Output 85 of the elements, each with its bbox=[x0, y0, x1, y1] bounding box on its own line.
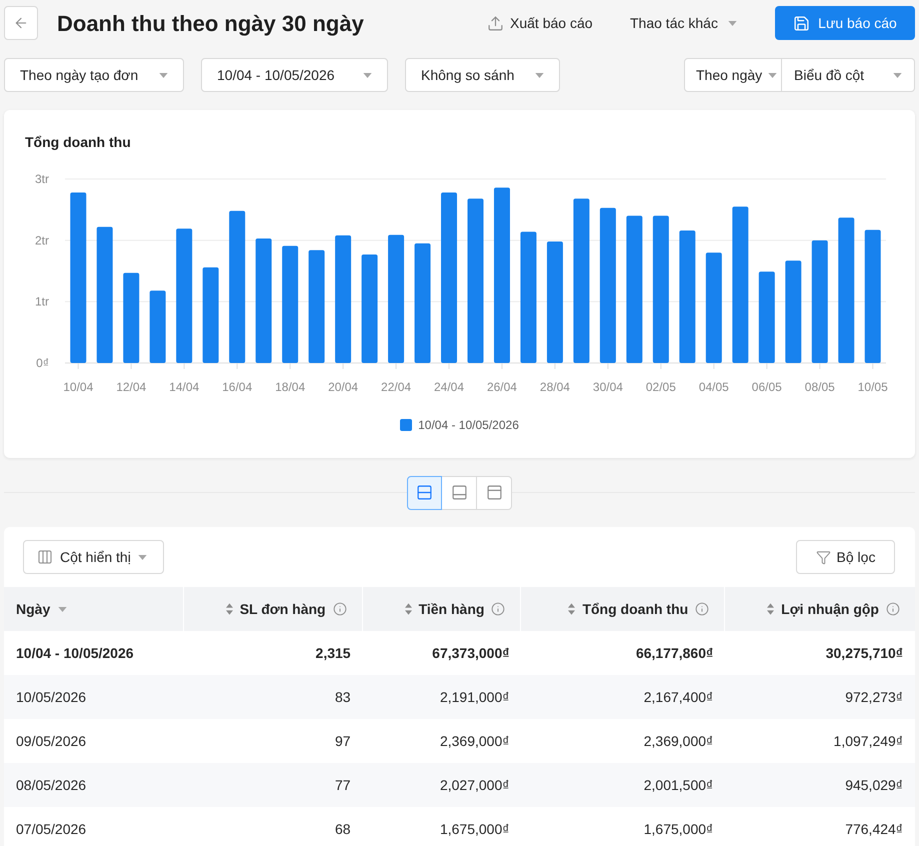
axis-label: 02/05 bbox=[646, 380, 676, 394]
filter-dropdown[interactable]: Không so sánh bbox=[405, 58, 560, 92]
axis-label: 08/05 bbox=[804, 380, 835, 394]
axis-label: 20/04 bbox=[328, 380, 358, 394]
axis-label: 2tr bbox=[34, 233, 49, 248]
sort-icon bbox=[226, 603, 233, 615]
axis-label: 30/04 bbox=[592, 380, 623, 394]
columns-button[interactable]: Cột hiển thị bbox=[23, 540, 164, 574]
table-cell-text: 09/05/2026 bbox=[16, 732, 86, 750]
axis-label: 12/04 bbox=[116, 380, 146, 394]
table-cell-text: 97 bbox=[335, 732, 351, 750]
caret-icon bbox=[893, 72, 902, 78]
table-cell-text: 2,001,500₫ bbox=[644, 776, 714, 794]
axis-label: 0₫ bbox=[36, 356, 49, 370]
export-button[interactable]: Xuất báo cáo bbox=[487, 6, 599, 40]
caret-icon bbox=[159, 72, 168, 78]
table-cell-text: 83 bbox=[335, 688, 351, 706]
table-cell-text: 2,369,000₫ bbox=[644, 732, 714, 750]
layout-toggle[interactable] bbox=[477, 476, 512, 510]
sort-icon bbox=[767, 603, 774, 615]
table-cell-text: 972,273₫ bbox=[845, 688, 903, 706]
table-cell-text: 10/05/2026 bbox=[16, 688, 86, 706]
table-cell-text: 30,275,710₫ bbox=[826, 644, 903, 662]
table-cell-text: 2,191,000₫ bbox=[440, 688, 510, 706]
table-cell-text: 68 bbox=[335, 820, 351, 838]
table-cell-text: 66,177,860₫ bbox=[636, 644, 714, 662]
sort-icon bbox=[404, 603, 412, 615]
view-dropdown[interactable]: Theo ngày bbox=[684, 58, 782, 92]
save-icon bbox=[793, 14, 810, 32]
info-icon bbox=[332, 602, 347, 616]
filter-button[interactable]: Bộ lọc bbox=[796, 540, 895, 574]
table-cell-text: 08/05/2026 bbox=[16, 776, 86, 794]
axis-label: 18/04 bbox=[275, 380, 306, 394]
caret-icon bbox=[535, 72, 544, 78]
table-cell-text: 2,027,000₫ bbox=[440, 776, 510, 794]
caret-icon bbox=[728, 20, 737, 26]
axis-label: 28/04 bbox=[540, 380, 570, 394]
page-title: Doanh thu theo ngày 30 ngày bbox=[57, 10, 364, 38]
save-report-button[interactable]: Lưu báo cáo bbox=[775, 6, 915, 40]
caret-icon bbox=[138, 554, 147, 560]
info-icon bbox=[491, 602, 506, 616]
info-icon bbox=[695, 602, 710, 616]
filter-icon bbox=[816, 550, 831, 564]
axis-label: 1tr bbox=[34, 294, 49, 309]
axis-label: 22/04 bbox=[381, 380, 412, 394]
caret-icon bbox=[58, 606, 68, 612]
layout-toggle[interactable] bbox=[442, 476, 477, 510]
axis-label: 24/04 bbox=[434, 380, 464, 394]
table-cell-text: 77 bbox=[335, 776, 351, 794]
table-cell-text: 67,373,000₫ bbox=[432, 644, 510, 662]
legend-label: 10/04 - 10/05/2026 bbox=[418, 417, 519, 434]
filter-dropdown[interactable]: 10/04 - 10/05/2026 bbox=[201, 58, 388, 92]
upload-icon bbox=[487, 14, 504, 32]
info-icon bbox=[886, 602, 900, 616]
layout-toggle[interactable] bbox=[407, 476, 442, 510]
chart-title: Tổng doanh thu bbox=[25, 133, 131, 152]
table-cell-text: 2,315 bbox=[316, 644, 351, 662]
more-actions-button[interactable]: Thao tác khác bbox=[630, 6, 744, 40]
rows-icon bbox=[416, 484, 433, 501]
caret-icon bbox=[768, 72, 778, 78]
panel-bottom-icon bbox=[450, 484, 468, 501]
table-cell-text: 1,675,000₫ bbox=[440, 820, 510, 838]
axis-label: 10/05 bbox=[858, 380, 888, 394]
sort-icon bbox=[568, 603, 576, 615]
panel-top-icon bbox=[486, 484, 502, 501]
table-cell-text: 07/05/2026 bbox=[16, 820, 86, 838]
axis-label: 14/04 bbox=[169, 380, 200, 394]
view-dropdown[interactable]: Biểu đồ cột bbox=[782, 58, 915, 92]
table-cell-text: 776,424₫ bbox=[845, 820, 903, 838]
table-cell-text: 1,097,249₫ bbox=[834, 732, 903, 750]
axis-label: 10/04 bbox=[63, 380, 94, 394]
table-cell-text: 10/04 - 10/05/2026 bbox=[16, 644, 134, 662]
axis-label: 3tr bbox=[34, 172, 49, 186]
axis-label: 04/05 bbox=[698, 380, 729, 394]
axis-label: 06/05 bbox=[752, 380, 782, 394]
filter-dropdown[interactable]: Theo ngày tạo đơn bbox=[4, 58, 184, 92]
table-cell-text: 945,029₫ bbox=[845, 776, 903, 794]
column-header[interactable]: Lợi nhuận gộp bbox=[725, 587, 915, 631]
caret-icon bbox=[363, 72, 372, 78]
columns-icon bbox=[37, 549, 53, 565]
table-cell-text: 2,167,400₫ bbox=[644, 688, 714, 706]
table-cell-text: 1,675,000₫ bbox=[644, 820, 714, 838]
axis-label: 16/04 bbox=[222, 380, 252, 394]
axis-label: 26/04 bbox=[486, 380, 517, 394]
table-cell-text: 2,369,000₫ bbox=[440, 732, 510, 750]
